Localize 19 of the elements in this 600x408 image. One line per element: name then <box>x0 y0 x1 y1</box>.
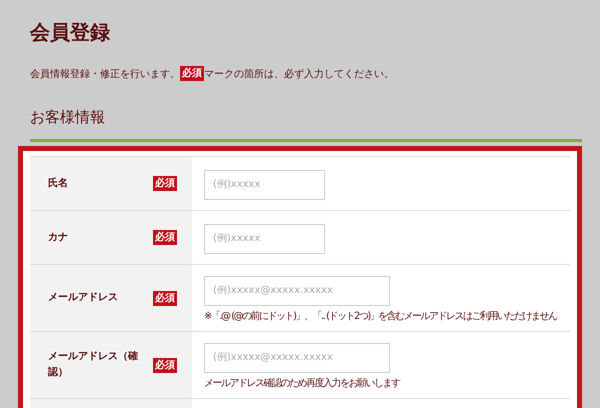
required-badge: 必須 <box>153 230 177 245</box>
page-title: 会員登録 <box>30 19 111 46</box>
field-label: メールアドレス（確認） <box>48 350 138 380</box>
section-title: お客様情報 <box>30 107 106 127</box>
intro-text: マークの箇所は、必ず入力してください。 <box>204 68 394 80</box>
field-label: カナ <box>48 230 69 244</box>
field-label: メールアドレス <box>48 291 119 305</box>
text-input[interactable]: (例)xxxxx@xxxxx.xxxxx <box>204 276 390 306</box>
required-badge: 必須 <box>153 358 177 372</box>
required-badge: 必須 <box>153 176 177 191</box>
field-note: メールアドレス確認のため再度入力をお願いします <box>204 378 401 390</box>
text-input[interactable]: (例)xxxxx@xxxxx.xxxxx <box>204 342 390 372</box>
text-input[interactable]: (例)xxxxx <box>204 170 325 200</box>
field-label: 氏名 <box>48 176 69 190</box>
required-badge: 必須 <box>180 66 204 81</box>
field-note: ※「.@ (@の前にドット)」、「.. (ドット2つ)」を含むメールアドレスはご利用いただけません <box>204 310 558 322</box>
required-badge: 必須 <box>153 290 177 306</box>
intro-text: 会員情報登録・修正を行います。 <box>30 68 180 80</box>
text-input[interactable]: (例)xxxxx <box>204 224 325 254</box>
